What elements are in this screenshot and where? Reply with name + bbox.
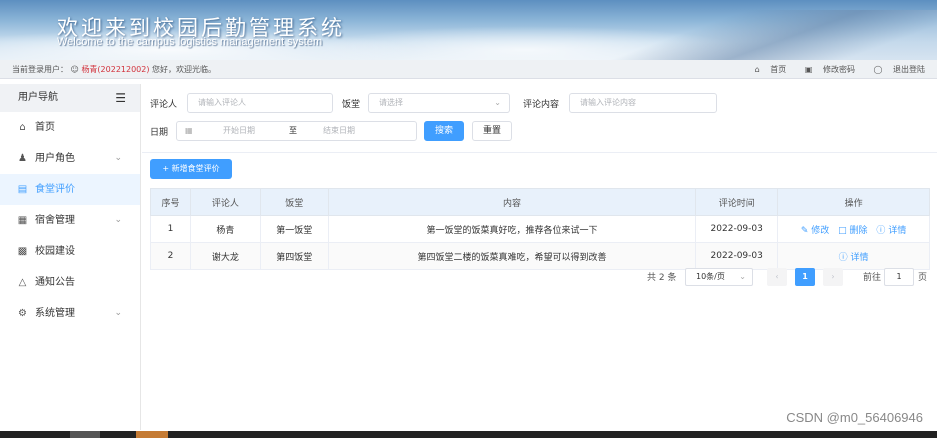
review-table: 序号 评论人 饭堂 内容 评论时间 操作 1 杨青 第一饭堂 第一饭堂的饭菜真好… [150,188,930,270]
content-label: 评论内容 [523,100,560,110]
banner-mountain [607,10,937,60]
trash-icon: □ [838,225,847,236]
cell-content: 第四饭堂二楼的饭菜真难吃，希望可以得到改善 [327,242,697,270]
page-suffix: 页 [918,273,928,283]
calendar-icon: ▦ [185,126,193,135]
office-icon: ▩ [17,246,28,257]
detail-button[interactable]: ⓘ 详情 [876,226,906,236]
cell-time: 2022-09-03 [695,215,779,243]
info-icon: ⓘ [876,225,886,236]
cell-reviewer: 谢大龙 [189,242,261,270]
chevron-down-icon: ⌄ [739,272,746,281]
add-review-button[interactable]: + 新增食堂评价 [150,159,232,179]
prev-page-button[interactable]: ‹ [767,268,787,286]
sidebar-header: 用户导航 ☰ [0,84,140,112]
change-password-link[interactable]: ▣ 修改密码 [797,65,855,74]
cell-actions: ✎ 修改 □ 删除 ⓘ 详情 [777,215,930,243]
end-date-input[interactable]: 结束日期 [323,122,355,140]
col-header: 序号 [150,188,191,216]
canteen-label: 饭堂 [342,100,361,110]
cell-no: 2 [150,242,191,270]
delete-button[interactable]: □ 删除 [838,226,867,236]
reviewer-label: 评论人 [150,100,178,110]
reset-button[interactable]: 重置 [472,121,512,141]
col-header: 操作 [777,188,930,216]
lock-icon: ▣ [804,65,813,74]
gear-icon: ⚙ [18,308,27,319]
col-header: 饭堂 [259,188,329,216]
chevron-down-icon: ⌄ [114,215,122,225]
taskbar-segment [136,431,168,438]
sidebar-item-dormitory[interactable]: ▦ 宿舍管理 ⌄ [0,205,140,236]
range-separator: 至 [289,126,297,135]
taskbar-segment [70,431,100,438]
system-subtitle: Welcome to the campus logistics manageme… [57,36,323,48]
date-range-picker[interactable]: ▦ 开始日期 至 结束日期 [176,121,417,141]
table-row: 2 谢大龙 第四饭堂 第四饭堂二楼的饭菜真难吃，希望可以得到改善 2022-09… [150,242,930,270]
canteen-select[interactable]: 请选择 ⌄ [368,93,510,113]
sidebar: 用户导航 ☰ ⌂ 首页 ♟ 用户角色 ⌄ ▤ 食堂评价 ▦ 宿舍管理 ⌄ ▩ 校园建设 △… [0,84,141,430]
user-info-bar: 当前登录用户： ☺ 杨青(202212002) 您好，欢迎光临。 ⌂ 首页 ▣ … [0,60,937,79]
cell-canteen: 第四饭堂 [259,242,329,270]
chevron-down-icon: ⌄ [114,153,122,163]
col-header: 内容 [327,188,697,216]
sidebar-item-user-roles[interactable]: ♟ 用户角色 ⌄ [0,143,140,174]
greeting-text: 您好，欢迎光临。 [152,65,217,74]
user-icon: ♟ [18,153,27,164]
col-header: 评论人 [189,188,261,216]
sidebar-item-notices[interactable]: △ 通知公告 [0,267,140,298]
top-links: ⌂ 首页 ▣ 修改密码 ◯ 退出登陆 [739,64,925,75]
sidebar-item-campus-construction[interactable]: ▩ 校园建设 [0,236,140,267]
user-icon: ☺ [70,65,79,74]
cell-time: 2022-09-03 [695,242,779,270]
goto-label: 前往 [863,273,882,283]
sidebar-item-canteen-review[interactable]: ▤ 食堂评价 [0,174,140,205]
current-user-name: 杨青(202212002) [81,65,150,74]
goto-page-input[interactable]: 1 [884,268,914,286]
cell-actions: ⓘ 详情 [777,242,930,270]
bell-icon: △ [18,277,27,288]
pagination-total: 共 2 条 [647,273,677,283]
login-info: 当前登录用户： ☺ 杨青(202212002) 您好，欢迎光临。 [12,64,216,75]
watermark: CSDN @m0_56406946 [786,410,923,425]
table-header-row: 序号 评论人 饭堂 内容 评论时间 操作 [150,188,930,216]
chevron-down-icon: ⌄ [494,98,501,107]
menu-toggle-icon[interactable]: ☰ [115,84,126,112]
cell-no: 1 [150,215,191,243]
edit-button[interactable]: ✎ 修改 [801,226,829,236]
reviewer-input[interactable]: 请输入评论人 [187,93,333,113]
sidebar-item-home[interactable]: ⌂ 首页 [0,112,140,143]
current-user-label: 当前登录用户： [12,65,68,74]
page-size-select[interactable]: 10条/页 ⌄ [685,268,753,286]
header-banner: 欢迎来到校园后勤管理系统 Welcome to the campus logis… [0,0,937,60]
home-icon: ⌂ [754,65,760,74]
home-icon: ⌂ [19,122,26,133]
search-form: 评论人 请输入评论人 饭堂 请选择 ⌄ 评论内容 请输入评论内容 日期 ▦ 开始… [142,84,937,153]
start-date-input[interactable]: 开始日期 [223,122,255,140]
taskbar-strip [0,431,937,438]
detail-button[interactable]: ⓘ 详情 [839,253,869,263]
building-icon: ▦ [17,215,28,226]
cell-canteen: 第一饭堂 [259,215,329,243]
cell-content: 第一饭堂的饭菜真好吃，推荐各位来试一下 [327,215,697,243]
content-input[interactable]: 请输入评论内容 [569,93,717,113]
sidebar-title: 用户导航 [18,92,58,103]
edit-icon: ✎ [800,225,809,236]
logout-link[interactable]: ◯ 退出登陆 [866,65,926,74]
page-number-current[interactable]: 1 [795,268,815,286]
info-icon: ⓘ [838,252,848,263]
table-row: 1 杨青 第一饭堂 第一饭堂的饭菜真好吃，推荐各位来试一下 2022-09-03… [150,215,930,243]
sidebar-item-system[interactable]: ⚙ 系统管理 ⌄ [0,298,140,329]
date-label: 日期 [150,128,169,138]
cell-reviewer: 杨青 [189,215,261,243]
chevron-down-icon: ⌄ [114,308,122,318]
power-icon: ◯ [873,65,883,74]
next-page-button[interactable]: › [823,268,843,286]
home-link[interactable]: ⌂ 首页 [747,65,787,74]
col-header: 评论时间 [695,188,779,216]
search-button[interactable]: 搜索 [424,121,464,141]
document-icon: ▤ [17,184,28,195]
main-content: 评论人 请输入评论人 饭堂 请选择 ⌄ 评论内容 请输入评论内容 日期 ▦ 开始… [142,84,937,430]
